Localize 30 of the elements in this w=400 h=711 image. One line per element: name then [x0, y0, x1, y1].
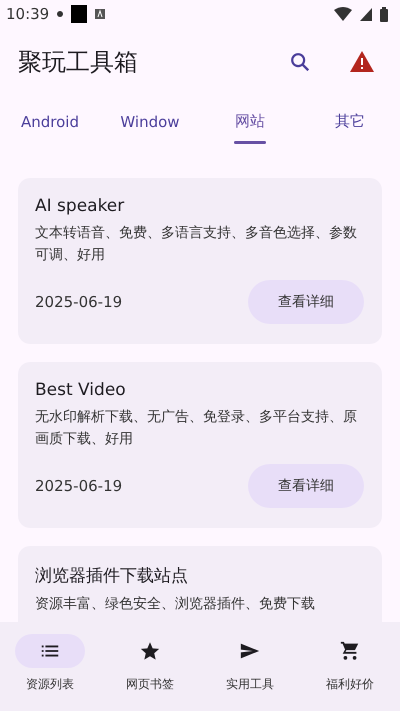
tab[interactable]: Android	[0, 96, 100, 152]
card-title: Best Video	[35, 380, 127, 400]
status-time: 10:39	[6, 5, 50, 23]
battery-icon	[380, 6, 388, 22]
details-button[interactable]: 查看详细	[248, 280, 364, 324]
tab[interactable]: 其它	[300, 96, 400, 152]
card-description: 无水印解析下载、无广告、免登录、多平台支持、原画质下载、好用	[35, 408, 358, 449]
card-date: 2025-06-19	[35, 477, 122, 495]
nav-item[interactable]: 福利好价	[300, 622, 400, 711]
card-description: 文本转语音、免费、多语言支持、多音色选择、参数可调、好用	[35, 224, 358, 265]
cart-icon	[339, 640, 361, 662]
card-title: 浏览器插件下载站点	[35, 565, 189, 587]
tab[interactable]: 网站	[200, 96, 300, 152]
nav-item[interactable]: 资源列表	[0, 622, 100, 711]
app-title: 聚玩工具箱	[18, 47, 139, 78]
warning-icon	[349, 50, 375, 74]
signal-icon	[360, 8, 372, 20]
details-button[interactable]: 查看详细	[248, 464, 364, 508]
tab[interactable]: Window	[100, 96, 200, 152]
wifi-icon	[334, 7, 352, 21]
notification-icon	[95, 9, 106, 19]
card-description: 资源丰富、绿色安全、浏览器插件、免费下载	[35, 595, 316, 614]
card-date: 2025-06-19	[35, 293, 122, 311]
nav-item[interactable]: 网页书签	[100, 622, 200, 711]
nav-item[interactable]: 实用工具	[200, 622, 300, 711]
star-icon	[139, 640, 161, 662]
search-icon	[289, 51, 311, 73]
card-title: AI speaker	[35, 196, 126, 216]
square-icon	[71, 5, 88, 23]
dot-icon	[57, 11, 64, 17]
